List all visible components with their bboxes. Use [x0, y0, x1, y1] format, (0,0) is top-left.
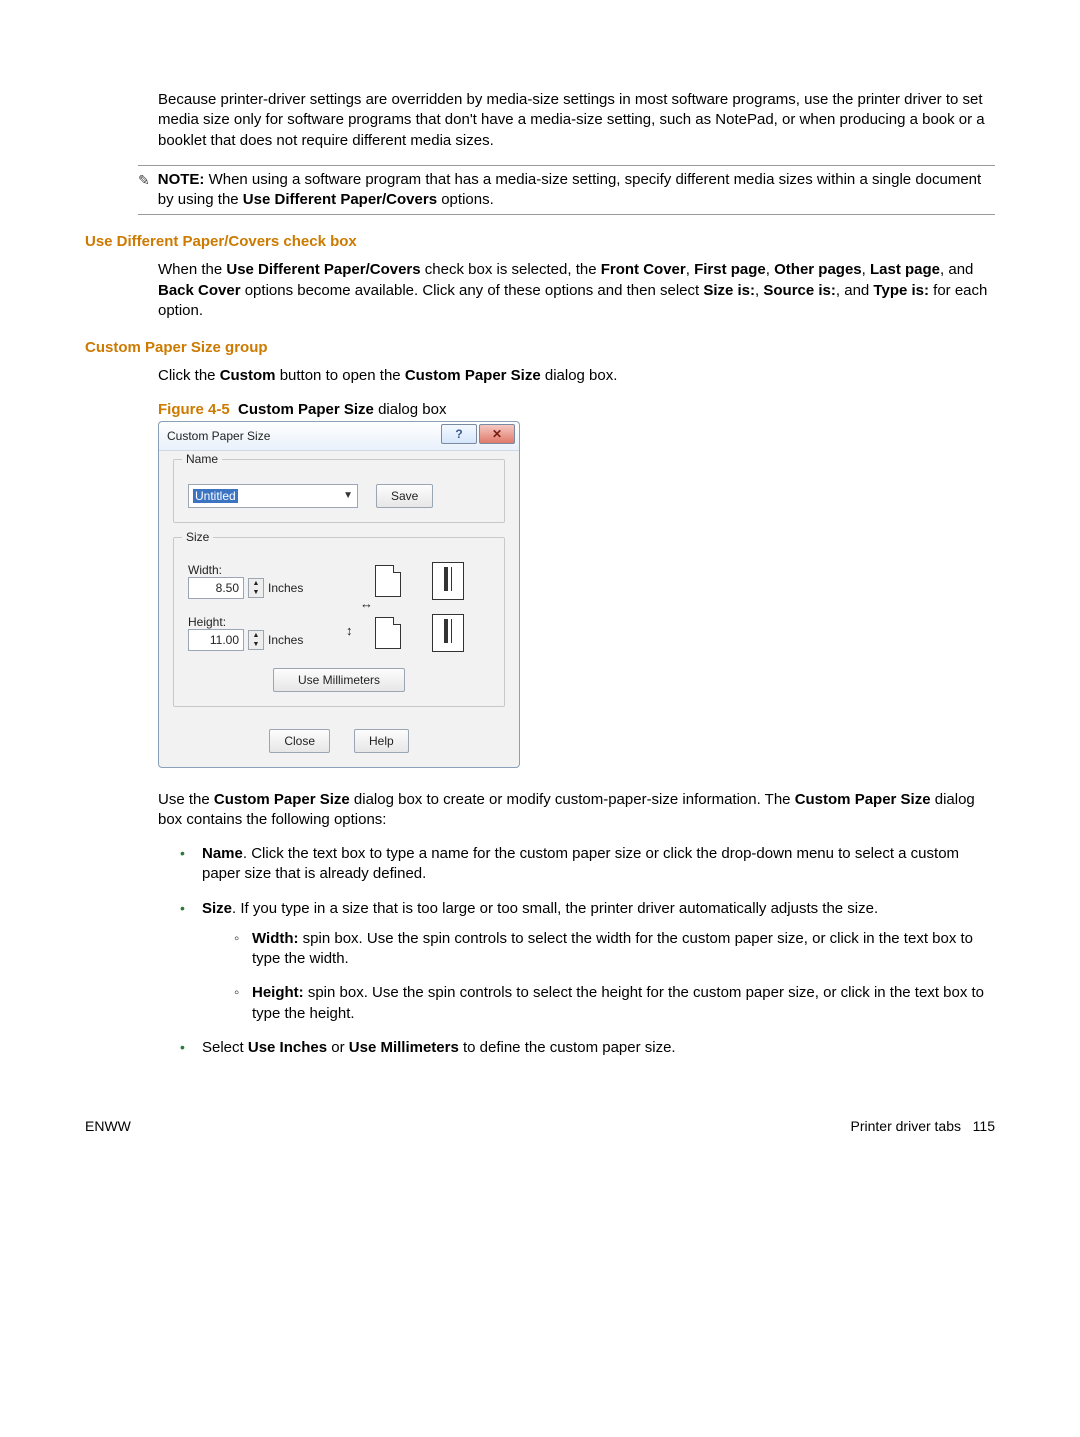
width-input[interactable]: 8.50 — [188, 577, 244, 599]
dialog-titlebar: Custom Paper Size ? ✕ — [159, 422, 519, 451]
footer-page-number: 115 — [973, 1118, 995, 1134]
height-input[interactable]: 11.00 — [188, 629, 244, 651]
page-height-icon — [375, 617, 401, 649]
footer-section: Printer driver tabs — [851, 1118, 961, 1134]
list-item: Width: spin box. Use the spin controls t… — [234, 929, 995, 970]
name-combo[interactable]: Untitled ▼ — [188, 484, 358, 508]
list-item: Select Use Inches or Use Millimeters to … — [180, 1038, 995, 1058]
save-button[interactable]: Save — [376, 484, 433, 508]
use-millimeters-button[interactable]: Use Millimeters — [273, 668, 405, 692]
note-label: NOTE: — [158, 171, 205, 188]
close-icon[interactable]: ✕ — [479, 424, 515, 444]
footer-left: ENWW — [85, 1118, 131, 1134]
heading-use-different: Use Different Paper/Covers check box — [85, 233, 995, 250]
list-item: Height: spin box. Use the spin controls … — [234, 983, 995, 1024]
figure-caption: Figure 4-5 Custom Paper Size dialog box — [158, 400, 995, 420]
height-unit: Inches — [268, 633, 303, 647]
heading-custom-group: Custom Paper Size group — [85, 339, 995, 356]
page-preview-2-icon — [432, 614, 464, 652]
name-fieldset: Name Untitled ▼ Save — [173, 459, 505, 523]
page-width-icon — [375, 565, 401, 597]
custom-paper-size-dialog: Custom Paper Size ? ✕ Name Untitled ▼ Sa… — [158, 421, 520, 768]
note-text-b: options. — [437, 191, 494, 208]
checkbox-paragraph: When the Use Different Paper/Covers chec… — [158, 260, 995, 321]
page-preview-1-icon — [432, 562, 464, 600]
dialog-title: Custom Paper Size — [167, 429, 270, 443]
custom-paragraph: Click the Custom button to open the Cust… — [158, 366, 995, 386]
height-label: Height: — [188, 615, 358, 629]
name-legend: Name — [182, 452, 222, 466]
list-item: Size. If you type in a size that is too … — [180, 899, 995, 1024]
help-icon[interactable]: ? — [441, 424, 477, 444]
size-fieldset: Size Width: 8.50 ▲▼ Inches — [173, 537, 505, 707]
size-legend: Size — [182, 530, 213, 544]
width-label: Width: — [188, 563, 358, 577]
width-spinner[interactable]: ▲▼ — [248, 578, 264, 598]
list-item: Name. Click the text box to type a name … — [180, 844, 995, 885]
note-icon: ✎ — [138, 170, 150, 211]
chevron-down-icon: ▼ — [343, 490, 353, 501]
intro-paragraph: Because printer-driver settings are over… — [158, 90, 995, 151]
name-value: Untitled — [193, 489, 238, 503]
note-bold: Use Different Paper/Covers — [243, 191, 437, 208]
after-figure-paragraph: Use the Custom Paper Size dialog box to … — [158, 790, 995, 831]
height-spinner[interactable]: ▲▼ — [248, 630, 264, 650]
close-button[interactable]: Close — [269, 729, 330, 753]
help-button[interactable]: Help — [354, 729, 409, 753]
width-unit: Inches — [268, 581, 303, 595]
note-block: ✎ NOTE: When using a software program th… — [138, 165, 995, 216]
page-footer: ENWW Printer driver tabs 115 — [85, 1118, 995, 1134]
